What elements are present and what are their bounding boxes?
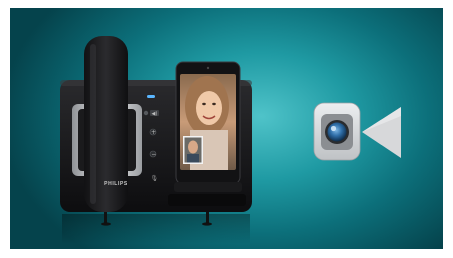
microphone-icon: 🎙 — [151, 174, 159, 182]
docked-smartphone — [174, 61, 242, 192]
plus-icon: + — [151, 129, 156, 136]
self-view-thumbnail — [183, 136, 203, 164]
screenshot-frame: ◀) + − 🎙 PHILIPS — [0, 0, 453, 258]
product-scene: ◀) + − 🎙 PHILIPS — [10, 8, 443, 249]
status-led-icon — [147, 95, 155, 98]
mute-icon — [143, 110, 149, 116]
desk-reflection — [62, 214, 250, 244]
speaker-icon: ◀) — [152, 111, 158, 117]
minus-icon: − — [151, 151, 156, 158]
product-illustration: ◀) + − 🎙 — [60, 36, 401, 244]
brand-logo: PHILIPS — [104, 181, 128, 187]
video-camera-app-icon — [313, 102, 401, 161]
